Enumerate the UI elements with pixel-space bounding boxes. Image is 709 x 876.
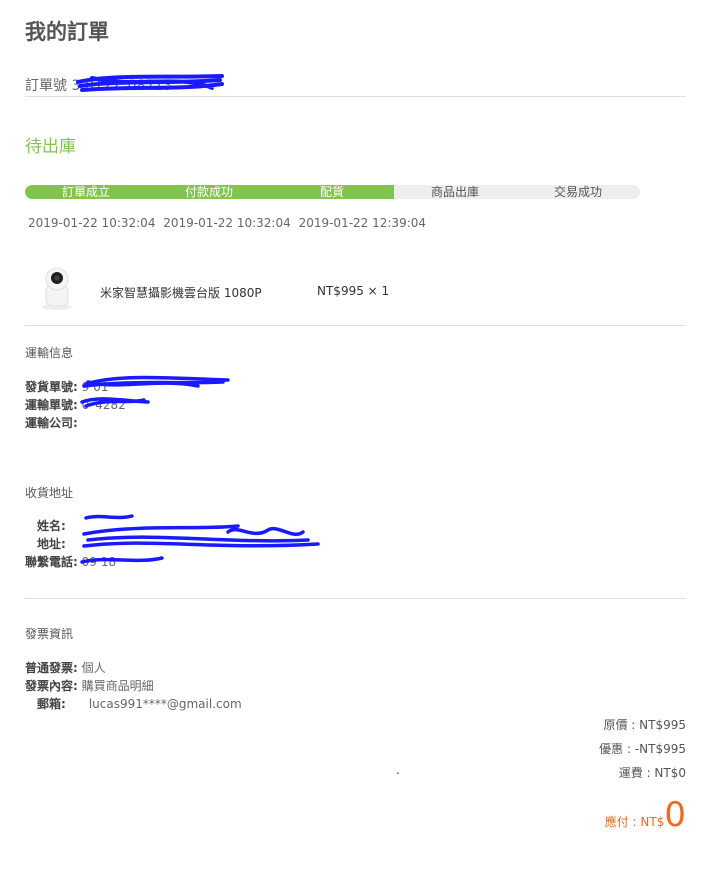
address-section-title: 收貨地址 <box>25 486 74 500</box>
invoice-row-value: lucas991****@gmail.com <box>88 697 242 711</box>
total-original-price: 原價 : NT$995 <box>603 718 686 732</box>
shipping-section-title: 運輸信息 <box>25 346 74 360</box>
step-packing: 配貨 <box>319 185 345 199</box>
address-row-address: 地址: <box>37 535 66 552</box>
invoice-row-key: 發票內容: <box>25 679 78 693</box>
amount-due-value: 0 <box>664 795 686 835</box>
total-discount: 優惠 : -NT$995 <box>599 742 686 756</box>
step-order-placed: 訂單成立 <box>61 185 111 199</box>
invoice-section-title: 發票資訊 <box>25 627 74 641</box>
divider <box>25 325 686 326</box>
shipping-row-key: 發貨單號: <box>25 380 78 394</box>
product-name[interactable]: 米家智慧攝影機雲台版 1080P <box>100 284 262 301</box>
invoice-row-key: 普通發票: <box>25 661 78 675</box>
camera-product-image[interactable] <box>38 263 76 311</box>
product-price-quantity: NT$995 × 1 <box>317 284 390 298</box>
address-row-key: 聯繫電話: <box>25 555 78 569</box>
step-completed: 交易成功 <box>553 185 603 199</box>
date-payment-success: 2019-01-22 10:32:04 <box>163 216 291 230</box>
redaction-scribble <box>76 74 224 92</box>
invoice-row-value: 購買商品明細 <box>81 679 154 693</box>
address-row-key: 地址: <box>37 537 66 551</box>
address-row-key: 姓名: <box>37 519 66 533</box>
invoice-row-type: 普通發票: 個人 <box>25 659 106 676</box>
progress-dates: 2019-01-22 10:32:04 2019-01-22 10:32:04 … <box>28 216 430 230</box>
shipping-row-key: 運輸單號: <box>25 398 78 412</box>
invoice-row-email: 郵箱: lucas991****@gmail.com <box>37 695 242 712</box>
stray-dot: . <box>396 763 400 777</box>
amount-due-label: 應付 : NT$ <box>604 815 665 829</box>
invoice-row-value: 個人 <box>81 661 106 675</box>
step-shipped: 商品出庫 <box>430 185 480 199</box>
order-number-label: 訂單號 <box>25 78 67 94</box>
shipping-row-carrier: 運輸公司: <box>25 414 78 431</box>
amount-due: 應付 : NT$0 <box>605 798 686 832</box>
date-order-placed: 2019-01-22 10:32:04 <box>28 216 156 230</box>
divider <box>25 96 686 97</box>
redaction-scribble <box>80 375 230 408</box>
total-shipping-fee: 運費 : NT$0 <box>618 766 686 780</box>
invoice-row-content: 發票內容: 購買商品明細 <box>25 677 154 694</box>
redaction-scribble <box>80 514 320 564</box>
page-title: 我的訂單 <box>25 20 109 44</box>
divider <box>25 598 686 599</box>
shipping-row-key: 運輸公司: <box>25 416 78 430</box>
invoice-row-key: 郵箱: <box>37 697 66 711</box>
date-packing: 2019-01-22 12:39:04 <box>298 216 427 230</box>
order-progress-bar: 訂單成立 付款成功 配貨 商品出庫 交易成功 <box>25 185 640 199</box>
order-status: 待出庫 <box>25 137 76 157</box>
step-payment-success: 付款成功 <box>184 185 234 199</box>
address-row-name: 姓名: <box>37 517 66 534</box>
